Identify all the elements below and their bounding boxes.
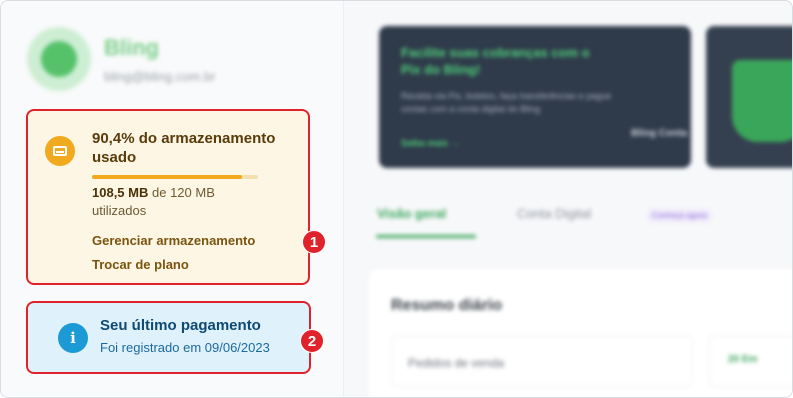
banner-link[interactable]: Saiba mais → xyxy=(401,138,460,148)
change-plan-link[interactable]: Trocar de plano xyxy=(92,257,189,272)
last-payment-date: Foi registrado em 09/06/2023 xyxy=(100,340,270,355)
secondary-promo-banner[interactable] xyxy=(706,26,792,168)
user-email: bling@bling.com.br xyxy=(104,69,216,84)
last-payment-card: i Seu último pagamento Foi registrado em… xyxy=(26,301,311,374)
storage-progress-fill xyxy=(92,175,243,179)
main-content: Facilite suas cobranças com o Pix do Bli… xyxy=(344,1,792,397)
sales-orders-status[interactable]: 20 Em xyxy=(709,335,792,387)
annotation-badge-1: 1 xyxy=(302,230,326,254)
last-payment-title: Seu último pagamento xyxy=(100,317,261,334)
banner-brand: Bling Conta xyxy=(631,128,688,139)
app-window: Bling bling@bling.com.br 90,4% do armaze… xyxy=(0,0,793,398)
annotation-badge-2: 2 xyxy=(300,329,324,353)
banner-text: Receba via Pix, boletos, faça transferên… xyxy=(401,91,612,114)
tab-conta-digital[interactable]: Conta Digital xyxy=(517,206,591,221)
dashboard-tabs: Visão geral Conta Digital Conheça agora xyxy=(377,206,792,236)
storage-total-text: de 120 MB xyxy=(152,185,215,200)
new-badge: Conheça agora xyxy=(647,209,712,222)
storage-progress-bar xyxy=(92,175,258,179)
storage-used-value: 108,5 MB xyxy=(92,185,149,200)
active-tab-indicator xyxy=(376,235,476,238)
storage-usage-title: 90,4% do armazenamento usado xyxy=(92,130,276,166)
pix-promo-banner[interactable]: Facilite suas cobranças com o Pix do Bli… xyxy=(379,26,691,168)
manage-storage-link[interactable]: Gerenciar armazenamento xyxy=(92,233,255,248)
sales-orders-row[interactable]: Pedidos de venda xyxy=(391,335,693,387)
shield-icon xyxy=(732,60,792,142)
tab-visao-geral[interactable]: Visão geral xyxy=(377,206,446,221)
storage-usage-text: 108,5 MB de 120 MB utilizados xyxy=(92,184,292,220)
sales-orders-value: 20 Em xyxy=(728,354,758,365)
storage-usage-card: 90,4% do armazenamento usado 108,5 MB de… xyxy=(26,109,310,285)
user-icon xyxy=(41,41,77,77)
storage-usage-suffix: utilizados xyxy=(92,203,147,218)
banner-title: Facilite suas cobranças com o Pix do Bli… xyxy=(401,45,590,77)
info-icon: i xyxy=(58,323,88,353)
avatar[interactable] xyxy=(27,27,91,91)
panel-title: Resumo diário xyxy=(391,297,503,314)
user-name: Bling xyxy=(104,35,159,60)
sales-orders-label: Pedidos de venda xyxy=(408,356,505,370)
daily-summary-panel: Resumo diário Pedidos de venda 20 Em xyxy=(369,269,792,397)
hard-drive-icon xyxy=(45,136,75,166)
sidebar: Bling bling@bling.com.br 90,4% do armaze… xyxy=(1,1,344,397)
